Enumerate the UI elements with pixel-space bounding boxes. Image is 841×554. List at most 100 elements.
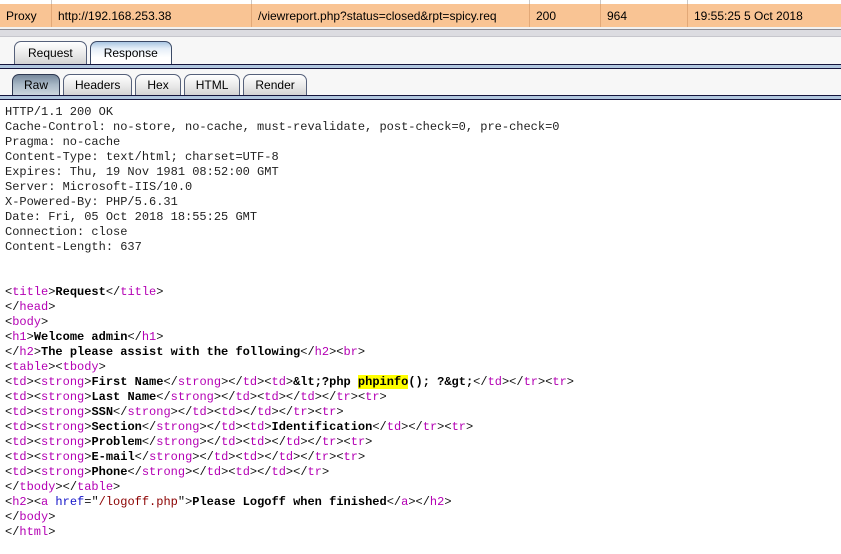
raw-tag-name: strong <box>156 435 199 449</box>
raw-token: (); ?&gt; <box>408 375 473 389</box>
raw-token: < <box>34 465 41 479</box>
raw-token: </ <box>300 345 314 359</box>
raw-token: Date: Fri, 05 Oct 2018 18:55:25 GMT <box>5 210 257 224</box>
raw-token: &lt;?php <box>293 375 358 389</box>
raw-token: </ <box>142 420 156 434</box>
raw-token: > <box>156 285 163 299</box>
raw-token: </ <box>228 375 242 389</box>
raw-tag-name: td <box>12 390 26 404</box>
raw-token: Identification <box>272 420 373 434</box>
raw-tag-name: strong <box>149 450 192 464</box>
raw-token: > <box>444 495 451 509</box>
raw-token: </ <box>264 450 278 464</box>
raw-token: > <box>358 345 365 359</box>
raw-tag-name: strong <box>142 465 185 479</box>
raw-token: </ <box>416 495 430 509</box>
raw-token: Content-Length: 637 <box>5 240 142 254</box>
raw-token: > <box>27 465 34 479</box>
raw-token: </ <box>5 480 19 494</box>
raw-token: > <box>408 495 415 509</box>
raw-token: </ <box>5 525 19 539</box>
raw-tag-name: tr <box>336 390 350 404</box>
raw-tag-name: tr <box>344 450 358 464</box>
raw-token: > <box>214 390 221 404</box>
response-raw-view[interactable]: HTTP/1.1 200 OKCache-Control: no-store, … <box>0 100 841 540</box>
subtab-render[interactable]: Render <box>243 74 306 95</box>
subtab-html[interactable]: HTML <box>184 74 241 95</box>
raw-token: > <box>228 450 235 464</box>
raw-token: > <box>34 345 41 359</box>
raw-token: </ <box>127 465 141 479</box>
raw-token: E-mail <box>91 450 134 464</box>
raw-token: < <box>243 420 250 434</box>
raw-token: " <box>178 495 185 509</box>
raw-tag-name: body <box>12 315 41 329</box>
raw-token: < <box>34 420 41 434</box>
raw-token: < <box>34 390 41 404</box>
raw-token: < <box>264 375 271 389</box>
raw-line: <h2><a href="/logoff.php">Please Logoff … <box>5 495 841 510</box>
raw-token: > <box>55 480 62 494</box>
raw-line: </head> <box>5 300 841 315</box>
raw-token: </ <box>5 345 19 359</box>
history-cell-tool: Proxy <box>0 4 52 27</box>
raw-token: </ <box>63 480 77 494</box>
raw-token: < <box>444 420 451 434</box>
raw-token: Welcome admin <box>34 330 128 344</box>
raw-token: > <box>199 420 206 434</box>
tab-request[interactable]: Request <box>14 41 87 64</box>
raw-tag-name: td <box>12 405 26 419</box>
raw-line: </tbody></table> <box>5 480 841 495</box>
raw-line: <td><strong>E-mail</strong></td><td></td… <box>5 450 841 465</box>
raw-token: > <box>99 360 106 374</box>
raw-token: > <box>380 390 387 404</box>
raw-token: Content-Type: text/html; charset=UTF-8 <box>5 150 279 164</box>
raw-line: Pragma: no-cache <box>5 135 841 150</box>
raw-token: > <box>27 435 34 449</box>
raw-token: > <box>27 330 34 344</box>
raw-token: > <box>322 465 329 479</box>
raw-token: </ <box>127 330 141 344</box>
proxy-history-row[interactable]: Proxy http://192.168.253.38 /viewreport.… <box>0 4 841 27</box>
subtab-headers[interactable]: Headers <box>63 74 132 95</box>
raw-token: </ <box>286 390 300 404</box>
raw-line: <table><tbody> <box>5 360 841 375</box>
raw-tag-name: tr <box>524 375 538 389</box>
raw-tag-name: td <box>264 390 278 404</box>
tab-response[interactable]: Response <box>90 41 172 64</box>
raw-line: Connection: close <box>5 225 841 240</box>
raw-token: " <box>91 495 98 509</box>
raw-line <box>5 255 841 270</box>
raw-token: Problem <box>91 435 141 449</box>
raw-token: < <box>344 435 351 449</box>
raw-tag-name: h2 <box>430 495 444 509</box>
history-cell-status: 200 <box>530 4 601 27</box>
raw-tag-name: table <box>77 480 113 494</box>
pane-splitter[interactable] <box>0 30 841 37</box>
raw-token: </ <box>106 285 120 299</box>
raw-token: > <box>358 450 365 464</box>
raw-token: </ <box>243 405 257 419</box>
raw-token: < <box>228 465 235 479</box>
raw-tag-name: td <box>221 420 235 434</box>
subtab-hex[interactable]: Hex <box>135 74 180 95</box>
raw-token: </ <box>279 405 293 419</box>
raw-tag-name: td <box>12 450 26 464</box>
raw-tag-name: td <box>250 435 264 449</box>
raw-tag-name: tbody <box>19 480 55 494</box>
raw-tag-name: strong <box>41 405 84 419</box>
raw-token: </ <box>308 435 322 449</box>
raw-token: </ <box>163 375 177 389</box>
raw-tag-name: td <box>488 375 502 389</box>
raw-line: <td><strong>Section</strong></td><td>Ide… <box>5 420 841 435</box>
subtab-raw[interactable]: Raw <box>12 74 60 95</box>
raw-token: > <box>27 405 34 419</box>
raw-line: <td><strong>Problem</strong></td><td></t… <box>5 435 841 450</box>
raw-tag-name: body <box>19 510 48 524</box>
raw-token: </ <box>473 375 487 389</box>
raw-token: Phone <box>91 465 127 479</box>
raw-token: > <box>264 435 271 449</box>
raw-tag-name: td <box>300 390 314 404</box>
raw-tag-name: td <box>12 435 26 449</box>
raw-token: </ <box>199 450 213 464</box>
